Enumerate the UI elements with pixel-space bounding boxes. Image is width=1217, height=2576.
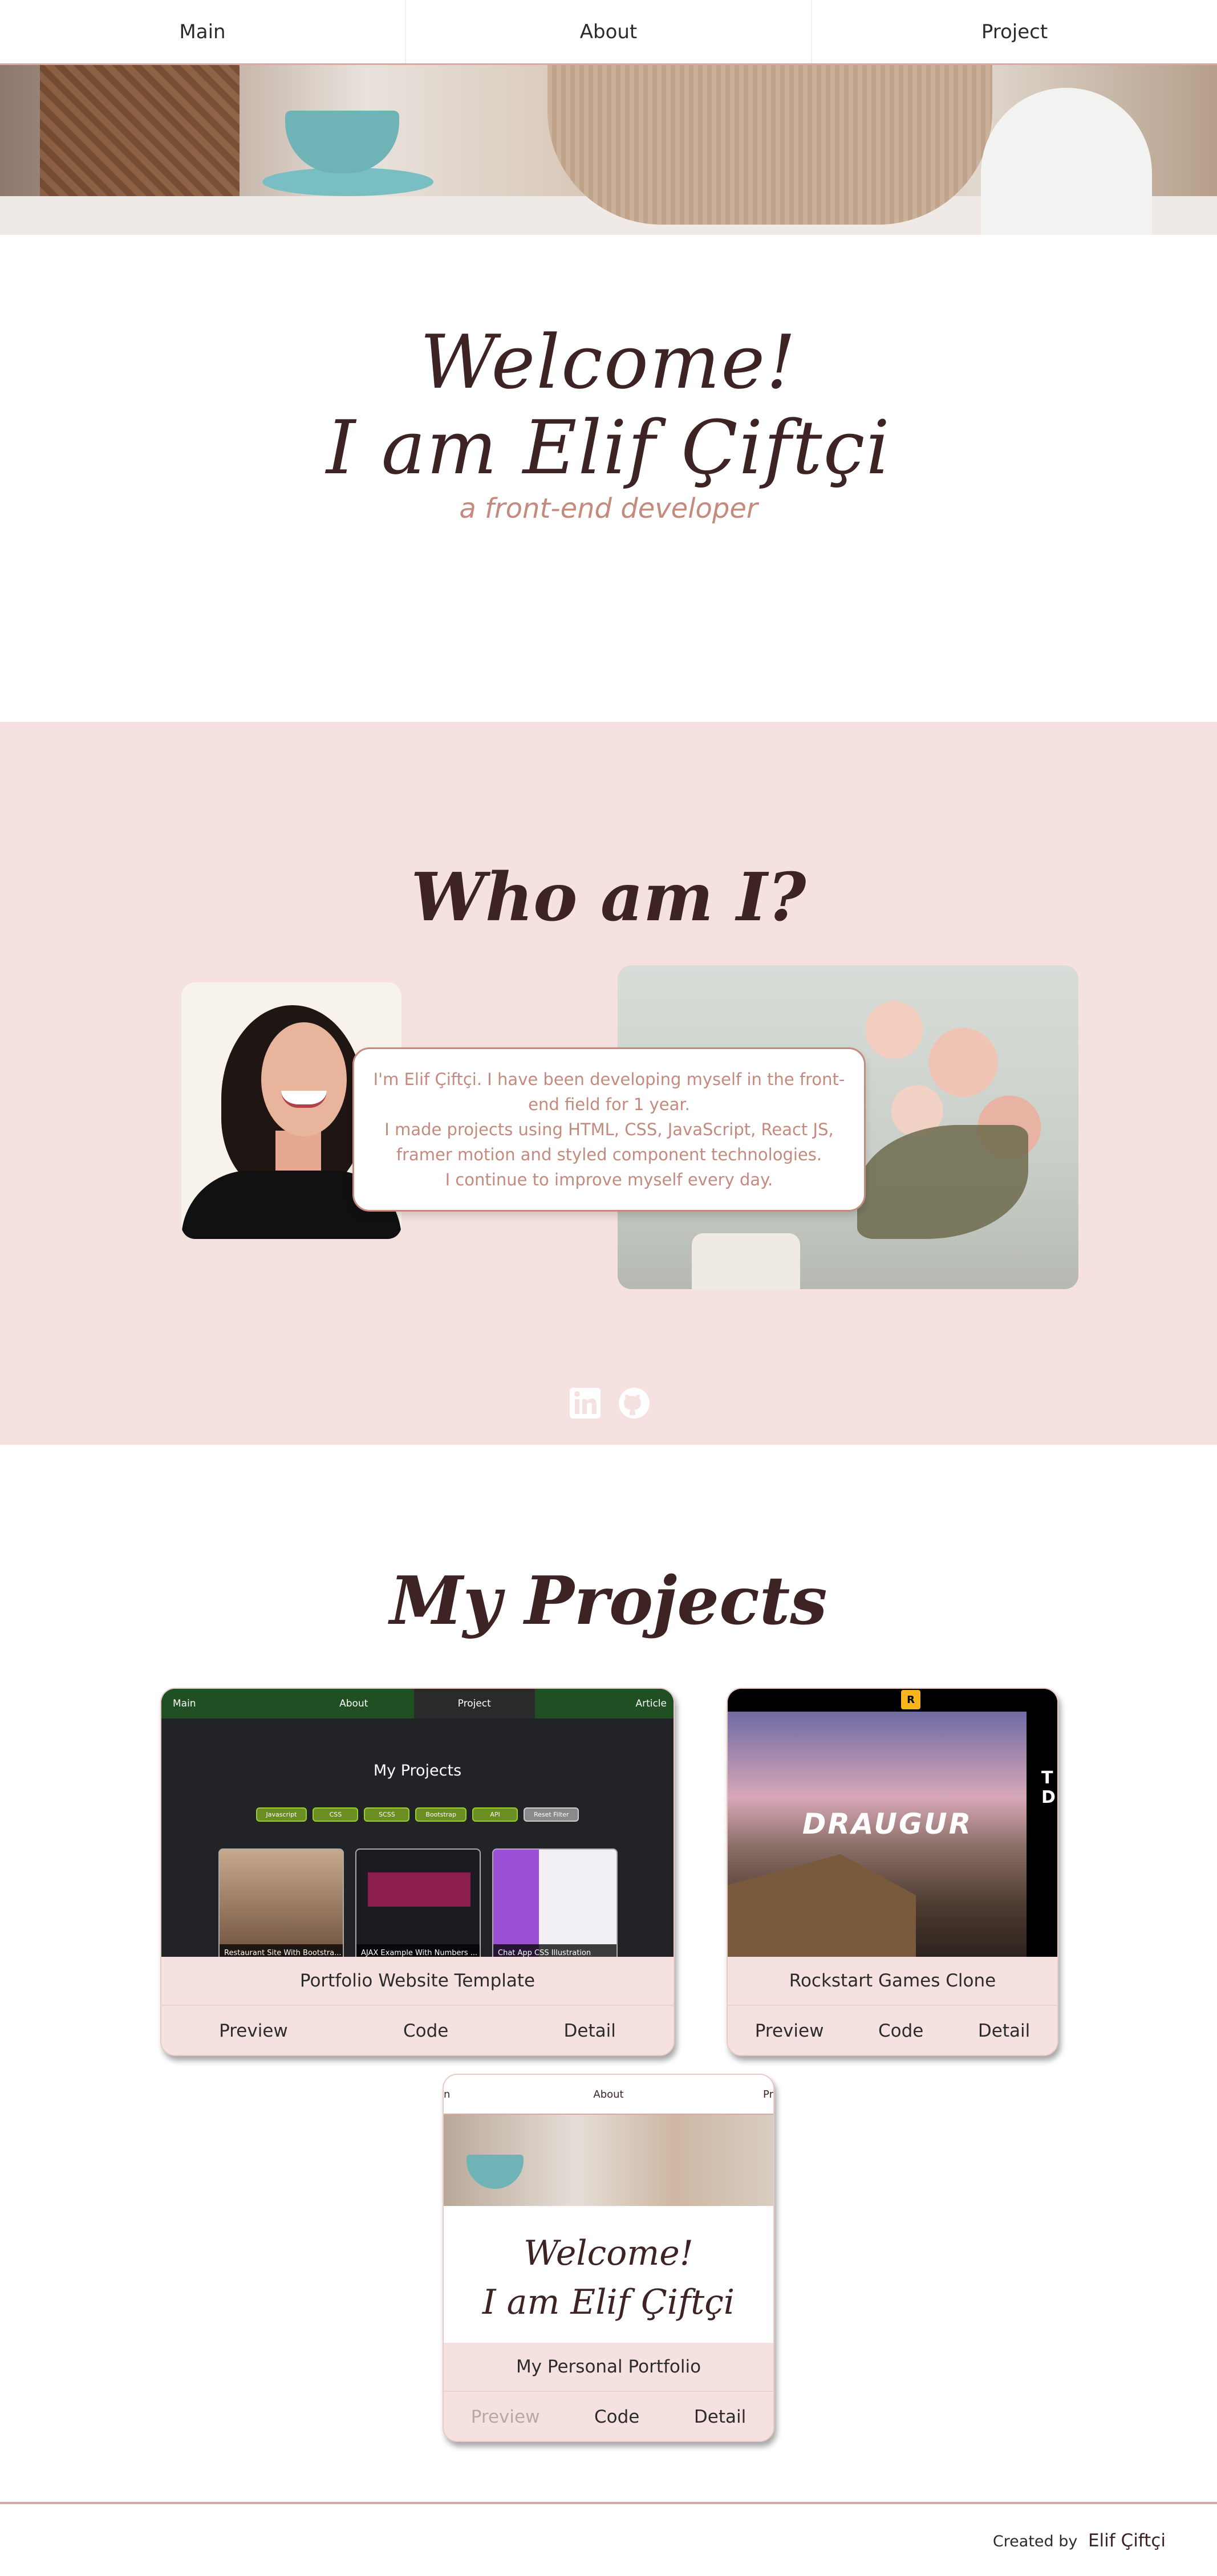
screenshot-title: My Projects xyxy=(373,1762,462,1779)
code-button[interactable]: Code xyxy=(403,2021,448,2041)
flowers-leaves xyxy=(857,1125,1028,1239)
screenshot-nav-item: About xyxy=(593,2088,624,2100)
bio-line: I made projects using HTML, CSS, JavaScr… xyxy=(384,1120,834,1139)
preview-button[interactable]: Preview xyxy=(219,2021,288,2041)
project-name: Rockstart Games Clone xyxy=(728,1957,1057,2005)
game-logo: DRAUGUR xyxy=(802,1807,973,1840)
nav-item-main[interactable]: Main xyxy=(0,0,406,63)
about-section: Who am I? I'm Elif Çiftçi. I have been d… xyxy=(0,722,1217,1445)
bio-card: I'm Elif Çiftçi. I have been developing … xyxy=(352,1047,866,1212)
project-card: n About Pr Welcome! I am Elif Çiftçi My … xyxy=(443,2074,774,2442)
filter-pill: CSS xyxy=(313,1807,359,1822)
project-screenshot[interactable]: Main About Project Article My Projects J… xyxy=(161,1689,674,1957)
project-card: R DRAUGUR T D Rockstart Games Clone Prev… xyxy=(727,1688,1058,2056)
footer-prefix: Created by xyxy=(992,2533,1078,2550)
cliff-shape xyxy=(728,1854,916,1957)
flowers-mug xyxy=(692,1233,800,1289)
screenshot-topbar xyxy=(728,1689,1057,1712)
bio-line: framer motion and styled component techn… xyxy=(396,1145,822,1164)
screenshot-hero-text: Welcome! I am Elif Çiftçi xyxy=(444,2229,773,2327)
detail-button[interactable]: Detail xyxy=(694,2407,746,2427)
filter-pill: Javascript xyxy=(255,1807,307,1822)
side-panel-text: T D xyxy=(1041,1768,1056,1807)
hero-name: I am Elif Çiftçi xyxy=(326,404,891,491)
hero-subtitle: a front-end developer xyxy=(459,493,758,525)
filter-pill: Bootstrap xyxy=(415,1807,467,1822)
about-title: Who am I? xyxy=(411,859,806,936)
chair-shape xyxy=(981,88,1152,235)
project-actions: Preview Code Detail xyxy=(161,2005,674,2055)
project-name: Portfolio Website Template xyxy=(161,1957,674,2005)
mini-project-caption: Restaurant Site With Bootstra... xyxy=(220,1944,343,1957)
screenshot-banner xyxy=(444,2115,773,2206)
screenshot-side-panel: T D xyxy=(1027,1712,1057,1957)
filter-pill: Reset Filter xyxy=(524,1807,579,1822)
mini-project-art xyxy=(493,1850,539,1957)
detail-button[interactable]: Detail xyxy=(978,2021,1030,2041)
footer: Created by Elif Çiftçi xyxy=(0,2502,1217,2576)
hero-text: Welcome! I am Elif Çiftçi a front-end de… xyxy=(0,319,1217,525)
mini-project: AJAX Example With Numbers ... xyxy=(355,1848,481,1957)
mini-project: Restaurant Site With Bootstra... xyxy=(218,1848,344,1957)
screenshot-nav-item: n xyxy=(444,2088,451,2100)
nav-item-project[interactable]: Project xyxy=(812,0,1217,63)
preview-button: Preview xyxy=(470,2407,540,2427)
rockstar-logo-icon: R xyxy=(901,1690,920,1709)
projects-title: My Projects xyxy=(390,1562,827,1640)
project-card: Main About Project Article My Projects J… xyxy=(160,1688,675,2056)
mini-project: Chat App CSS Illustration xyxy=(492,1848,618,1957)
hero-banner-image xyxy=(0,65,1217,235)
cup-shape xyxy=(285,111,399,173)
photo-face xyxy=(261,1022,347,1136)
nav-item-about[interactable]: About xyxy=(406,0,812,63)
project-actions: Preview Code Detail xyxy=(728,2005,1057,2055)
screenshot-nav: n About Pr xyxy=(444,2075,773,2115)
bio-line: I'm Elif Çiftçi. I have been developing … xyxy=(373,1070,845,1089)
code-button[interactable]: Code xyxy=(594,2407,639,2427)
screenshot-name: I am Elif Çiftçi xyxy=(482,2282,735,2322)
preview-button[interactable]: Preview xyxy=(755,2021,824,2041)
github-icon[interactable] xyxy=(618,1387,651,1420)
bio-line: end field for 1 year. xyxy=(528,1095,690,1114)
top-nav: Main About Project xyxy=(0,0,1217,65)
cup-shape xyxy=(466,2155,524,2189)
screenshot-welcome: Welcome! xyxy=(524,2233,693,2273)
filter-pill: API xyxy=(472,1807,518,1822)
detail-button[interactable]: Detail xyxy=(564,2021,616,2041)
project-name: My Personal Portfolio xyxy=(444,2343,773,2391)
filter-pill: SCSS xyxy=(364,1807,410,1822)
project-actions: Preview Code Detail xyxy=(444,2391,773,2441)
screenshot-nav-item: Project xyxy=(414,1689,535,1718)
mini-project-caption: Chat App CSS Illustration xyxy=(493,1944,616,1957)
code-button[interactable]: Code xyxy=(878,2021,923,2041)
screenshot-nav-item: Main xyxy=(173,1698,196,1709)
social-links xyxy=(569,1387,651,1420)
screenshot-nav-item: Pr xyxy=(763,2088,773,2100)
screenshot-nav-item: About xyxy=(339,1698,368,1709)
project-screenshot[interactable]: R DRAUGUR T D xyxy=(728,1689,1057,1957)
screenshot-filter-pills: Javascript CSS SCSS Bootstrap API Reset … xyxy=(161,1807,674,1822)
mini-project-caption: AJAX Example With Numbers ... xyxy=(356,1944,480,1957)
bio-line: I continue to improve myself every day. xyxy=(445,1170,773,1189)
footer-credit: Created by Elif Çiftçi xyxy=(993,2530,1166,2551)
hero-welcome: Welcome! xyxy=(420,319,797,405)
sweater-shape xyxy=(547,65,992,225)
linkedin-icon[interactable] xyxy=(569,1387,602,1420)
screenshot-nav: Main About Project Article xyxy=(161,1689,674,1718)
mini-project-art xyxy=(368,1872,470,1907)
footer-author: Elif Çiftçi xyxy=(1088,2530,1166,2551)
project-screenshot[interactable]: n About Pr Welcome! I am Elif Çiftçi xyxy=(444,2075,773,2343)
screenshot-nav-item: Article xyxy=(635,1698,667,1709)
